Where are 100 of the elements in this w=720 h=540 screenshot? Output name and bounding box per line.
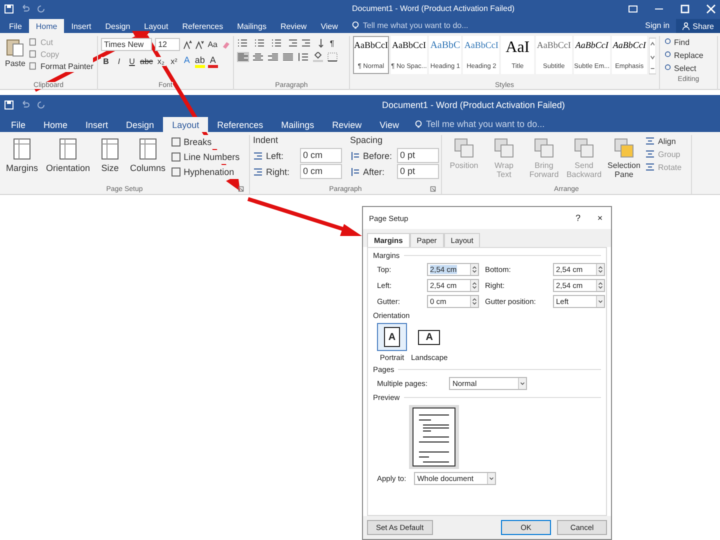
spinner-arrows-icon[interactable]	[470, 280, 478, 291]
ribbon-tab[interactable]: Review	[323, 117, 371, 132]
ribbon-tab[interactable]: Mailings	[230, 19, 274, 33]
align-icon[interactable]	[267, 52, 279, 62]
format-button[interactable]: x²	[168, 57, 179, 66]
ribbon-tab[interactable]: View	[314, 19, 345, 33]
ribbon-tab[interactable]: Design	[98, 19, 138, 33]
spinner-arrows-icon[interactable]	[470, 296, 478, 307]
ribbon-tab[interactable]: References	[175, 19, 230, 33]
spinner-arrows-icon[interactable]	[596, 264, 604, 275]
undo-icon[interactable]	[20, 100, 30, 110]
align-icon	[645, 162, 655, 172]
paint-bucket-icon[interactable]	[312, 52, 324, 62]
grow-font-icon[interactable]	[182, 40, 192, 50]
align-icon	[645, 136, 655, 146]
tell-me-field[interactable]: Tell me what you want to do...	[362, 21, 468, 33]
page-preview-drawing	[409, 405, 459, 469]
dialog-launcher-icon[interactable]	[430, 186, 436, 192]
help-button[interactable]: ?	[573, 213, 583, 223]
spacing-field[interactable]: 0 pt	[397, 148, 439, 163]
clipboard-icon	[5, 37, 26, 57]
redo-icon[interactable]	[36, 4, 46, 14]
color-button[interactable]: ab	[194, 55, 205, 68]
field-label: Right:	[266, 166, 291, 176]
ribbon-tab[interactable]: Layout	[137, 19, 176, 33]
dialog-launcher-icon[interactable]	[238, 186, 244, 192]
page-setup-button[interactable]: Line Numbers	[170, 150, 240, 164]
font-name-field[interactable]: Times New	[101, 38, 152, 51]
align-icon[interactable]	[282, 52, 294, 62]
ribbon-tab[interactable]: Insert	[76, 117, 118, 132]
borders-icon[interactable]	[327, 52, 339, 62]
spinner-arrows-icon[interactable]	[596, 280, 604, 291]
close-icon[interactable]	[706, 4, 716, 14]
indent-icon	[253, 166, 263, 176]
orientation-option[interactable]: A	[377, 323, 407, 351]
layers-icon	[492, 136, 516, 160]
indent-field[interactable]: 0 cm	[300, 164, 342, 179]
ribbon-tab[interactable]: References	[208, 117, 272, 132]
format-button[interactable]: B	[101, 57, 111, 66]
lightbulb-icon	[414, 120, 424, 129]
change-case-button[interactable]: Aa	[208, 40, 218, 49]
lightbulb-icon	[350, 21, 360, 30]
format-button[interactable]: U	[127, 57, 137, 66]
indent-field[interactable]: 0 cm	[300, 148, 342, 163]
format-button[interactable]: abc	[140, 57, 153, 66]
align-icon[interactable]	[252, 52, 264, 62]
page-setup-button[interactable]: Size	[95, 135, 126, 184]
gallery-scroll-icon[interactable]	[648, 36, 656, 76]
format-button[interactable]: x₂	[156, 57, 166, 66]
arrange-button[interactable]: Selection Pane	[605, 135, 643, 184]
window-title: Document1 - Word (Product Activation Failed)	[352, 4, 516, 13]
undo-icon[interactable]	[20, 4, 30, 14]
layers-icon	[452, 136, 476, 160]
page-setup-button[interactable]: Hyphenation	[170, 165, 240, 179]
field-label: After:	[363, 166, 386, 176]
ribbon-tab[interactable]: Insert	[64, 19, 98, 33]
layers-icon	[612, 136, 636, 160]
indent-icon[interactable]	[301, 38, 311, 48]
indent-icon[interactable]	[288, 38, 298, 48]
line-spacing-icon[interactable]	[297, 52, 309, 62]
indent-icon	[253, 150, 263, 160]
clipboard-button[interactable]: Format Painter	[29, 60, 94, 72]
ribbon-tab[interactable]: Layout	[163, 117, 208, 132]
redo-icon[interactable]	[36, 100, 46, 110]
ribbon-tab[interactable]: Review	[273, 19, 314, 33]
align-icon[interactable]	[237, 52, 249, 62]
spinner-arrows-icon[interactable]	[470, 264, 478, 275]
ribbon-tab[interactable]: Home	[28, 19, 64, 33]
ribbon-tab[interactable]: View	[370, 117, 408, 132]
sign-in-link[interactable]: Sign in	[639, 21, 676, 33]
orientation-option[interactable]: A	[414, 323, 444, 351]
page-setup-button[interactable]: Columns	[127, 135, 169, 184]
caret-icon	[518, 378, 526, 389]
paste-button[interactable]: Paste	[3, 36, 28, 80]
shrink-font-icon[interactable]	[195, 40, 205, 50]
ribbon-tab[interactable]: File	[2, 117, 35, 132]
page-setup-button[interactable]: Margins	[3, 135, 42, 184]
close-button[interactable]: ×	[595, 213, 605, 223]
line-spacing-icon	[350, 150, 360, 160]
ribbon-display-icon[interactable]	[628, 4, 638, 14]
field-label: Before:	[363, 150, 394, 160]
page-glyph: A	[426, 332, 433, 342]
show-marks-button[interactable]: ¶	[327, 38, 337, 48]
ribbon-tab[interactable]: File	[2, 19, 29, 33]
window-title: Document1 - Word (Product Activation Failed)	[382, 100, 566, 110]
ribbon-tab[interactable]: Home	[34, 117, 77, 132]
color-button[interactable]: A	[208, 55, 218, 68]
layers-icon	[532, 136, 556, 160]
share-button[interactable]: Share	[676, 19, 720, 33]
save-icon[interactable]	[4, 4, 14, 14]
maximize-icon[interactable]	[680, 4, 690, 14]
page-setup-button[interactable]: Orientation	[43, 135, 94, 184]
ribbon-tab[interactable]: Mailings	[272, 117, 324, 132]
tell-me-field[interactable]: Tell me what you want to do...	[426, 119, 545, 132]
spacing-field[interactable]: 0 pt	[397, 164, 439, 179]
layers-icon	[572, 136, 596, 160]
save-icon[interactable]	[4, 100, 14, 110]
font-size-field[interactable]: 12	[155, 38, 180, 51]
ribbon-tab[interactable]: Design	[117, 117, 164, 132]
line-spacing-icon	[350, 166, 360, 176]
